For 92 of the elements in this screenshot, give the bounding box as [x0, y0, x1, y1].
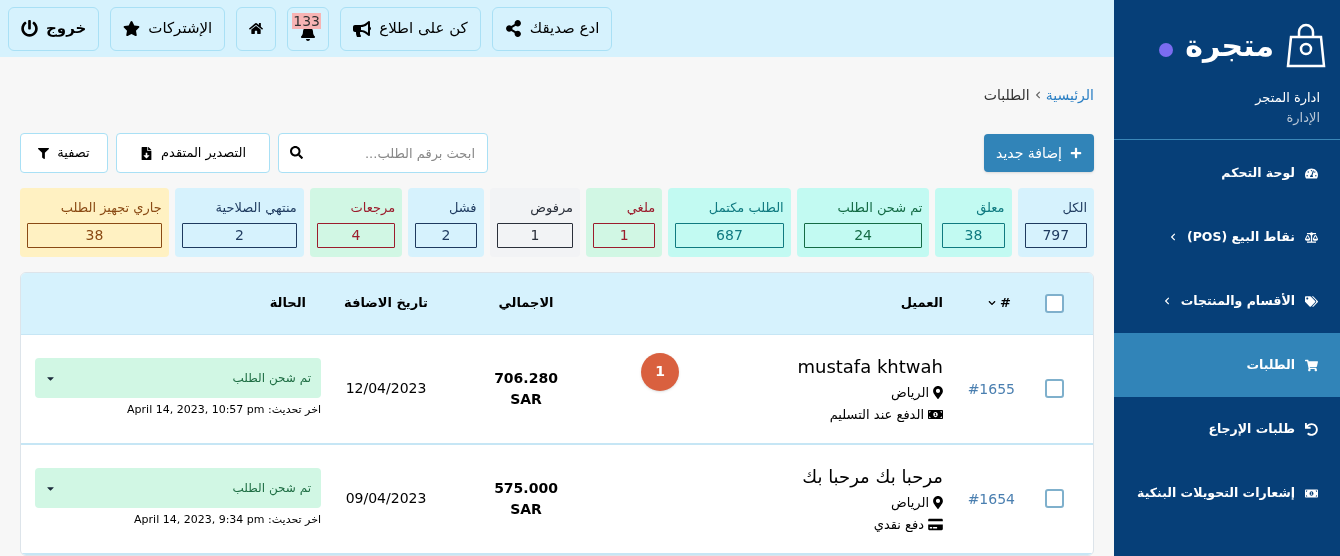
map-pin-icon	[933, 495, 943, 509]
star-icon	[123, 20, 141, 37]
currency: SAR	[510, 389, 542, 409]
chevron-icon	[1168, 233, 1177, 241]
store-title: ادارة المتجر	[1253, 89, 1320, 108]
status-count: 2	[415, 222, 477, 248]
status-count: 687	[675, 222, 784, 248]
advanced-export-button[interactable]: التصدير المتقدم	[116, 133, 270, 173]
order-number-link[interactable]: #1655	[967, 380, 1015, 397]
filter-button[interactable]: تصفية	[20, 133, 108, 173]
subscriptions-button[interactable]: الإشتركات	[110, 6, 226, 51]
status-select[interactable]: تم شحن الطلب	[35, 468, 321, 509]
status-label: مرجعات	[349, 199, 396, 217]
status-count: 4	[316, 222, 396, 248]
logout-button[interactable]: خروج	[8, 6, 100, 51]
status-count: 2	[181, 222, 297, 248]
status-label: جاري تجهيز الطلب	[59, 199, 162, 218]
status-count: 1	[593, 222, 656, 248]
status-label: ملغي	[625, 199, 656, 217]
column-header[interactable]: #	[1000, 293, 1011, 313]
breadcrumb-current: الطلبات	[983, 85, 1030, 105]
payment-method: دفع نقدي	[873, 516, 924, 534]
column-header: العميل	[900, 295, 943, 311]
count-badge: 1	[641, 352, 679, 391]
column-header: الحالة	[269, 295, 306, 311]
logo-text: متجرة	[1185, 31, 1274, 61]
checkbox[interactable]	[1044, 489, 1064, 508]
sidebar-item[interactable]: لوحة التحكم	[1114, 141, 1340, 205]
customer-city: الرياض	[890, 493, 929, 512]
home-button[interactable]	[236, 6, 277, 51]
order-number-link[interactable]: #1654	[967, 490, 1015, 507]
sort-chevron-icon[interactable]	[988, 299, 997, 307]
notification-count: 133	[292, 12, 321, 29]
stay-informed-button[interactable]: كن على اطلاع	[340, 6, 481, 51]
notifications-button[interactable]: 133	[287, 6, 330, 51]
banknote-icon	[928, 408, 943, 422]
store-role: الإدارة	[1285, 108, 1320, 127]
gauge-icon	[1305, 166, 1318, 180]
customer-city: الرياض	[890, 383, 929, 402]
invite-friend-button[interactable]: ادع صديقك	[491, 6, 613, 51]
chevron-icon	[1162, 297, 1171, 305]
search-field[interactable]: ابحث برقم الطلب...	[278, 133, 488, 173]
status-label: الطلب مكتمل	[707, 199, 784, 217]
breadcrumb-link[interactable]: الرئيسية	[1045, 84, 1094, 106]
order-date: 09/04/2023	[345, 489, 427, 508]
payment-method: الدفع عند التسليم	[829, 406, 924, 425]
power-icon	[21, 20, 38, 37]
order-total: 706.280	[494, 368, 558, 388]
tags-icon	[1305, 294, 1318, 308]
shopping-bag-icon	[1286, 23, 1326, 69]
sidebar-item[interactable]: نقاط البيع (POS)	[1114, 205, 1340, 269]
checkbox[interactable]	[1044, 293, 1064, 313]
search-icon	[290, 146, 303, 159]
status-label: معلق	[975, 199, 1005, 218]
sidebar-item[interactable]: طلبات الإرجاع	[1114, 397, 1340, 461]
customer-name: مرحبا بك مرحبا بك	[802, 464, 943, 490]
status-count: 38	[27, 222, 162, 248]
last-updated: اخر تحديث: April 14, 2023, 10:57 pm	[126, 402, 321, 419]
status-count: 24	[803, 222, 923, 248]
cart-icon	[1305, 358, 1318, 372]
credit-card-icon	[928, 518, 943, 532]
order-total: 575.000	[494, 478, 558, 498]
funnel-icon	[38, 147, 50, 159]
scales-icon	[1305, 230, 1318, 244]
status-select[interactable]: تم شحن الطلب	[35, 358, 321, 399]
breadcrumb-separator-icon	[1033, 91, 1042, 99]
status-count: 38	[942, 222, 1005, 248]
sidebar-item[interactable]: إشعارات التحويلات البنكية	[1114, 461, 1340, 525]
status-count: 1	[496, 222, 574, 248]
map-pin-icon	[933, 385, 943, 399]
status-label: الكل	[1061, 199, 1087, 217]
add-new-button[interactable]: إضافة جديد	[984, 134, 1094, 172]
customer-name: mustafa khtwah	[797, 354, 943, 379]
column-header: تاريخ الاضافة	[344, 294, 428, 313]
status-label: فشل	[447, 199, 477, 217]
checkbox[interactable]	[1044, 379, 1064, 398]
undo-icon	[1305, 422, 1318, 436]
status-label: منتهي الصلاحية	[214, 199, 297, 218]
order-date: 12/04/2023	[345, 379, 427, 398]
share-icon	[504, 20, 522, 37]
column-header: الاجمالي	[498, 294, 554, 313]
megaphone-icon	[353, 19, 372, 38]
status-count: 797	[1024, 222, 1087, 248]
sidebar-item[interactable]: الأقسام والمنتجات	[1114, 269, 1340, 333]
plus-icon	[1070, 147, 1082, 159]
sidebar-item[interactable]: الطلبات	[1114, 333, 1340, 397]
download-icon	[140, 146, 153, 160]
currency: SAR	[510, 499, 542, 519]
last-updated: اخر تحديث: April 14, 2023, 9:34 pm	[133, 512, 321, 529]
home-icon	[249, 20, 264, 37]
status-label: تم شحن الطلب	[836, 199, 923, 218]
status-label: مرفوض	[529, 199, 574, 218]
